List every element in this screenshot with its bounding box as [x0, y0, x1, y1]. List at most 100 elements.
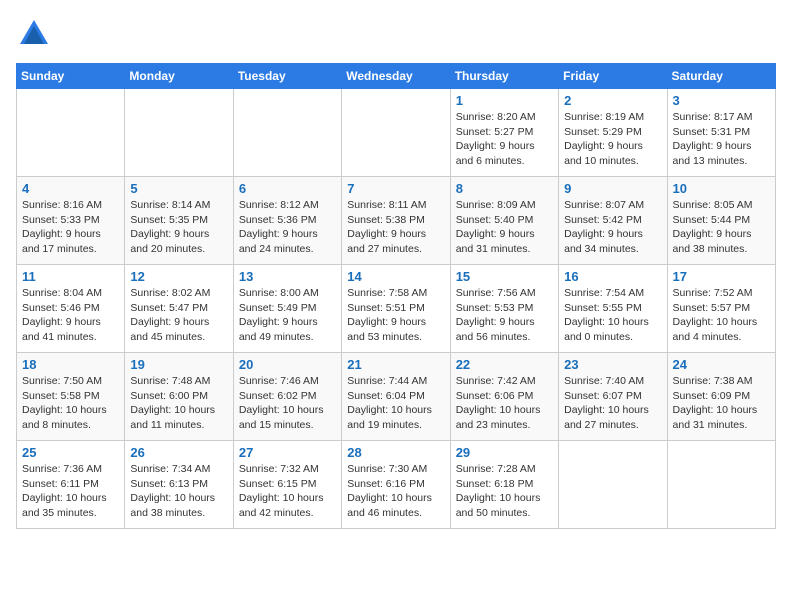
day-number: 3 [673, 93, 770, 108]
header-cell-wednesday: Wednesday [342, 64, 450, 89]
day-cell: 25 Sunrise: 7:36 AM Sunset: 6:11 PM Dayli… [17, 441, 125, 529]
day-info: Sunrise: 7:28 AM Sunset: 6:18 PM Dayligh… [456, 462, 553, 521]
day-cell: 5Sunrise: 8:14 AM Sunset: 5:35 PM Daylig… [125, 177, 233, 265]
day-cell: 11 Sunrise: 8:04 AM Sunset: 5:46 PM Dayli… [17, 265, 125, 353]
day-info: Sunrise: 7:36 AM Sunset: 6:11 PM Dayligh… [22, 462, 119, 521]
day-info: Sunrise: 8:05 AM Sunset: 5:44 PM Dayligh… [673, 198, 770, 257]
header-cell-friday: Friday [559, 64, 667, 89]
day-info: Sunrise: 7:52 AM Sunset: 5:57 PM Dayligh… [673, 286, 770, 345]
day-cell: 17 Sunrise: 7:52 AM Sunset: 5:57 PM Dayli… [667, 265, 775, 353]
day-info: Sunrise: 7:34 AM Sunset: 6:13 PM Dayligh… [130, 462, 227, 521]
day-number: 14 [347, 269, 444, 284]
day-info: Sunrise: 7:38 AM Sunset: 6:09 PM Dayligh… [673, 374, 770, 433]
day-cell [125, 89, 233, 177]
day-info: Sunrise: 8:00 AM Sunset: 5:49 PM Dayligh… [239, 286, 336, 345]
day-cell: 22Sunrise: 7:42 AM Sunset: 6:06 PM Dayli… [450, 353, 558, 441]
day-info: Sunrise: 8:12 AM Sunset: 5:36 PM Dayligh… [239, 198, 336, 257]
day-cell [342, 89, 450, 177]
day-number: 15 [456, 269, 553, 284]
day-cell: 13 Sunrise: 8:00 AM Sunset: 5:49 PM Dayli… [233, 265, 341, 353]
day-number: 20 [239, 357, 336, 372]
day-info: Sunrise: 7:32 AM Sunset: 6:15 PM Dayligh… [239, 462, 336, 521]
day-cell: 1 Sunrise: 8:20 AM Sunset: 5:27 PM Daylig… [450, 89, 558, 177]
day-info: Sunrise: 7:48 AM Sunset: 6:00 PM Dayligh… [130, 374, 227, 433]
week-row-5: 25 Sunrise: 7:36 AM Sunset: 6:11 PM Dayli… [17, 441, 776, 529]
day-info: Sunrise: 8:02 AM Sunset: 5:47 PM Dayligh… [130, 286, 227, 345]
day-number: 12 [130, 269, 227, 284]
calendar-table: SundayMondayTuesdayWednesdayThursdayFrid… [16, 63, 776, 529]
day-cell: 16 Sunrise: 7:54 AM Sunset: 5:55 PM Dayli… [559, 265, 667, 353]
day-number: 9 [564, 181, 661, 196]
day-number: 21 [347, 357, 444, 372]
day-cell: 18 Sunrise: 7:50 AM Sunset: 5:58 PM Dayli… [17, 353, 125, 441]
day-number: 27 [239, 445, 336, 460]
day-cell: 4 Sunrise: 8:16 AM Sunset: 5:33 PM Daylig… [17, 177, 125, 265]
day-cell: 10 Sunrise: 8:05 AM Sunset: 5:44 PM Dayli… [667, 177, 775, 265]
day-info: Sunrise: 7:40 AM Sunset: 6:07 PM Dayligh… [564, 374, 661, 433]
day-info: Sunrise: 8:09 AM Sunset: 5:40 PM Dayligh… [456, 198, 553, 257]
day-cell: 9 Sunrise: 8:07 AM Sunset: 5:42 PM Daylig… [559, 177, 667, 265]
logo [16, 16, 56, 57]
header-cell-saturday: Saturday [667, 64, 775, 89]
header-cell-sunday: Sunday [17, 64, 125, 89]
day-info: Sunrise: 8:17 AM Sunset: 5:31 PM Dayligh… [673, 110, 770, 169]
day-number: 5 [130, 181, 227, 196]
day-info: Sunrise: 8:04 AM Sunset: 5:46 PM Dayligh… [22, 286, 119, 345]
day-cell [17, 89, 125, 177]
day-cell: 3 Sunrise: 8:17 AM Sunset: 5:31 PM Daylig… [667, 89, 775, 177]
day-number: 26 [130, 445, 227, 460]
logo-icon [16, 16, 52, 52]
day-number: 4 [22, 181, 119, 196]
day-number: 29 [456, 445, 553, 460]
day-number: 10 [673, 181, 770, 196]
header-cell-tuesday: Tuesday [233, 64, 341, 89]
day-info: Sunrise: 7:56 AM Sunset: 5:53 PM Dayligh… [456, 286, 553, 345]
day-info: Sunrise: 8:07 AM Sunset: 5:42 PM Dayligh… [564, 198, 661, 257]
day-cell: 28Sunrise: 7:30 AM Sunset: 6:16 PM Dayli… [342, 441, 450, 529]
week-row-3: 11 Sunrise: 8:04 AM Sunset: 5:46 PM Dayli… [17, 265, 776, 353]
day-cell: 20 Sunrise: 7:46 AM Sunset: 6:02 PM Dayli… [233, 353, 341, 441]
day-cell: 7Sunrise: 8:11 AM Sunset: 5:38 PM Daylig… [342, 177, 450, 265]
header [16, 16, 776, 57]
day-cell: 29 Sunrise: 7:28 AM Sunset: 6:18 PM Dayli… [450, 441, 558, 529]
day-cell: 27 Sunrise: 7:32 AM Sunset: 6:15 PM Dayli… [233, 441, 341, 529]
day-cell: 2Sunrise: 8:19 AM Sunset: 5:29 PM Daylig… [559, 89, 667, 177]
day-cell [233, 89, 341, 177]
day-cell: 19Sunrise: 7:48 AM Sunset: 6:00 PM Dayli… [125, 353, 233, 441]
day-cell: 8Sunrise: 8:09 AM Sunset: 5:40 PM Daylig… [450, 177, 558, 265]
day-cell [667, 441, 775, 529]
day-info: Sunrise: 7:42 AM Sunset: 6:06 PM Dayligh… [456, 374, 553, 433]
day-info: Sunrise: 8:20 AM Sunset: 5:27 PM Dayligh… [456, 110, 553, 169]
day-number: 16 [564, 269, 661, 284]
day-info: Sunrise: 8:16 AM Sunset: 5:33 PM Dayligh… [22, 198, 119, 257]
week-row-2: 4 Sunrise: 8:16 AM Sunset: 5:33 PM Daylig… [17, 177, 776, 265]
day-info: Sunrise: 7:46 AM Sunset: 6:02 PM Dayligh… [239, 374, 336, 433]
day-info: Sunrise: 7:58 AM Sunset: 5:51 PM Dayligh… [347, 286, 444, 345]
day-number: 25 [22, 445, 119, 460]
day-number: 2 [564, 93, 661, 108]
day-info: Sunrise: 7:44 AM Sunset: 6:04 PM Dayligh… [347, 374, 444, 433]
day-info: Sunrise: 7:54 AM Sunset: 5:55 PM Dayligh… [564, 286, 661, 345]
day-number: 1 [456, 93, 553, 108]
week-row-1: 1 Sunrise: 8:20 AM Sunset: 5:27 PM Daylig… [17, 89, 776, 177]
calendar-body: 1 Sunrise: 8:20 AM Sunset: 5:27 PM Daylig… [17, 89, 776, 529]
header-cell-thursday: Thursday [450, 64, 558, 89]
day-number: 18 [22, 357, 119, 372]
day-info: Sunrise: 7:50 AM Sunset: 5:58 PM Dayligh… [22, 374, 119, 433]
day-number: 11 [22, 269, 119, 284]
day-number: 23 [564, 357, 661, 372]
day-number: 28 [347, 445, 444, 460]
day-number: 6 [239, 181, 336, 196]
week-row-4: 18 Sunrise: 7:50 AM Sunset: 5:58 PM Dayli… [17, 353, 776, 441]
day-cell: 14 Sunrise: 7:58 AM Sunset: 5:51 PM Dayli… [342, 265, 450, 353]
day-cell [559, 441, 667, 529]
calendar-header-row: SundayMondayTuesdayWednesdayThursdayFrid… [17, 64, 776, 89]
day-cell: 6 Sunrise: 8:12 AM Sunset: 5:36 PM Daylig… [233, 177, 341, 265]
day-cell: 23 Sunrise: 7:40 AM Sunset: 6:07 PM Dayli… [559, 353, 667, 441]
day-number: 13 [239, 269, 336, 284]
header-cell-monday: Monday [125, 64, 233, 89]
day-number: 7 [347, 181, 444, 196]
day-cell: 24Sunrise: 7:38 AM Sunset: 6:09 PM Dayli… [667, 353, 775, 441]
day-cell: 21 Sunrise: 7:44 AM Sunset: 6:04 PM Dayli… [342, 353, 450, 441]
day-number: 17 [673, 269, 770, 284]
